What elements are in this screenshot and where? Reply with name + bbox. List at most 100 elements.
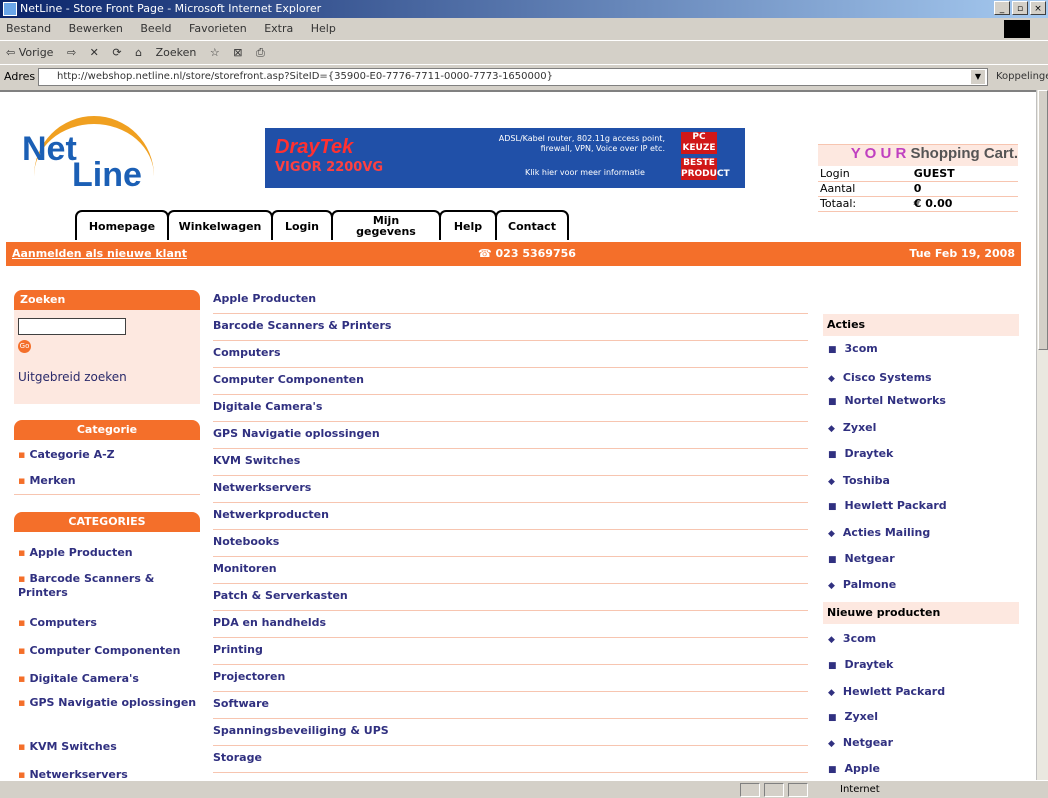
center-category[interactable]: Barcode Scanners & Printers <box>213 314 808 341</box>
tab-contact[interactable]: Contact <box>495 210 569 240</box>
center-category[interactable]: Computers <box>213 341 808 368</box>
search-button[interactable]: Zoeken <box>156 46 197 59</box>
nieuwe-item[interactable]: ■ Apple <box>828 762 880 775</box>
refresh-button[interactable]: ⟳ <box>112 46 121 59</box>
center-category[interactable]: Netwerkservers <box>213 476 808 503</box>
nieuwe-item[interactable]: ◆ Hewlett Packard <box>828 685 945 698</box>
home-button[interactable]: ⌂ <box>135 46 142 59</box>
acties-item[interactable]: ■ Nortel Networks <box>828 394 946 407</box>
vertical-scrollbar[interactable] <box>1036 90 1048 780</box>
advanced-search-link[interactable]: Uitgebreid zoeken <box>18 370 127 384</box>
stop-button[interactable]: ✕ <box>90 46 99 59</box>
center-category[interactable]: Digitale Camera's <box>213 395 808 422</box>
nieuwe-item[interactable]: ■ Draytek <box>828 658 893 671</box>
center-category[interactable]: Apple Producten <box>213 287 808 314</box>
acties-item[interactable]: ◆ Cisco Systems <box>828 371 932 384</box>
nieuwe-item[interactable]: ■ Zyxel <box>828 710 878 723</box>
category-item[interactable]: Barcode Scanners & Printers <box>18 572 198 600</box>
nieuwe-item-label: Netgear <box>842 736 894 749</box>
category-item[interactable]: Netwerkservers <box>18 768 198 780</box>
menu-file[interactable]: Bestand <box>6 22 51 35</box>
acties-item-label: Zyxel <box>842 421 877 434</box>
acties-item[interactable]: ◆ Acties Mailing <box>828 526 930 539</box>
acties-item[interactable]: ■ Hewlett Packard <box>828 499 947 512</box>
center-category[interactable]: Storage <box>213 746 808 773</box>
bullet-icon: ■ <box>828 397 837 407</box>
category-item[interactable]: KVM Switches <box>18 740 198 754</box>
acties-item-label: Cisco Systems <box>842 371 932 384</box>
banner-link[interactable]: Klik hier voor meer informatie <box>525 168 645 177</box>
back-button[interactable]: ⇦ Vorige <box>6 46 53 59</box>
center-category[interactable]: Netwerkproducten <box>213 503 808 530</box>
tab-mijn-gegevens[interactable]: Mijn gegevens <box>331 210 441 240</box>
favorites-button[interactable]: ☆ <box>210 46 220 59</box>
center-category[interactable]: Monitoren <box>213 557 808 584</box>
center-category[interactable]: Printing <box>213 638 808 665</box>
cart-login-value: GUEST <box>901 166 1018 182</box>
info-bar: Aanmelden als nieuwe klant ☎ 023 5369756… <box>6 242 1021 266</box>
tab-winkelwagen[interactable]: Winkelwagen <box>167 210 273 240</box>
tab-login[interactable]: Login <box>271 210 333 240</box>
category-item[interactable]: Digitale Camera's <box>18 672 198 686</box>
search-input[interactable] <box>18 318 126 335</box>
media-button[interactable]: ⊠ <box>233 46 242 59</box>
logo-line[interactable]: Line <box>72 156 142 195</box>
menu-tools[interactable]: Extra <box>264 22 293 35</box>
print-button[interactable]: ⎙ <box>256 46 265 59</box>
phone-number: ☎ 023 5369756 <box>478 247 576 260</box>
register-link[interactable]: Aanmelden als nieuwe klant <box>12 242 187 266</box>
cart-header: Y O U R Shopping Cart. <box>818 144 1018 166</box>
acties-item[interactable]: ■ Draytek <box>828 447 893 460</box>
cart-total-value: € 0.00 <box>901 196 1018 212</box>
nieuwe-title: Nieuwe producten <box>823 602 1019 624</box>
categorie-box: Categorie <box>14 420 200 440</box>
acties-item[interactable]: ◆ Palmone <box>828 578 896 591</box>
center-category[interactable]: PDA en handhelds <box>213 611 808 638</box>
menu-help[interactable]: Help <box>311 22 336 35</box>
menu-view[interactable]: Beeld <box>140 22 171 35</box>
tab-help[interactable]: Help <box>439 210 497 240</box>
categorie-item[interactable]: Categorie A-Z <box>18 448 198 462</box>
categorie-item[interactable]: Merken <box>18 474 198 488</box>
center-category[interactable]: Patch & Serverkasten <box>213 584 808 611</box>
center-category[interactable]: KVM Switches <box>213 449 808 476</box>
nieuwe-item[interactable]: ◆ Netgear <box>828 736 893 749</box>
window-titlebar: NetLine - Store Front Page - Microsoft I… <box>0 0 1048 18</box>
center-category[interactable]: Notebooks <box>213 530 808 557</box>
nieuwe-item[interactable]: ◆ 3com <box>828 632 876 645</box>
logo-net[interactable]: Net <box>22 130 77 169</box>
address-input[interactable]: http://webshop.netline.nl/store/storefro… <box>38 68 988 86</box>
center-category[interactable]: Software <box>213 692 808 719</box>
maximize-button[interactable]: ▫ <box>1012 1 1028 15</box>
center-category[interactable]: GPS Navigatie oplossingen <box>213 422 808 449</box>
center-category[interactable]: Spanningsbeveiliging & UPS <box>213 719 808 746</box>
nieuwe-item-label: Zyxel <box>844 710 878 723</box>
address-dropdown-icon[interactable]: ▼ <box>970 69 986 85</box>
center-category[interactable]: Projectoren <box>213 665 808 692</box>
minimize-button[interactable]: _ <box>994 1 1010 15</box>
cart-total-label: Totaal: <box>818 196 902 212</box>
menu-favorites[interactable]: Favorieten <box>189 22 247 35</box>
center-category[interactable]: Computer Componenten <box>213 368 808 395</box>
acties-item[interactable]: ◆ Zyxel <box>828 421 876 434</box>
category-item[interactable]: Computer Componenten <box>18 644 198 658</box>
category-item[interactable]: Apple Producten <box>18 546 198 560</box>
category-item[interactable]: GPS Navigatie oplossingen <box>18 696 198 710</box>
cart-count-label: Aantal <box>818 181 902 197</box>
pc-keuze-badge: PC KEUZE <box>681 132 717 154</box>
tab-homepage[interactable]: Homepage <box>75 210 169 240</box>
category-item[interactable]: Computers <box>18 616 198 630</box>
cart-title[interactable]: Shopping Cart. <box>911 145 1019 162</box>
forward-button[interactable]: ⇨ <box>67 46 76 59</box>
draytek-banner[interactable]: DrayTek VIGOR 2200VG ADSL/Kabel router, … <box>265 128 745 188</box>
menu-bar: Bestand Bewerken Beeld Favorieten Extra … <box>0 18 1048 40</box>
bullet-icon: ◆ <box>828 424 835 434</box>
acties-item[interactable]: ◆ Toshiba <box>828 474 890 487</box>
acties-item[interactable]: ■ 3com <box>828 342 878 355</box>
acties-item[interactable]: ■ Netgear <box>828 552 895 565</box>
links-button[interactable]: Koppelingen <box>996 65 1048 89</box>
scrollbar-thumb[interactable] <box>1038 90 1048 350</box>
search-go-button[interactable]: Go <box>18 340 31 353</box>
menu-edit[interactable]: Bewerken <box>69 22 123 35</box>
close-button[interactable]: × <box>1030 1 1046 15</box>
